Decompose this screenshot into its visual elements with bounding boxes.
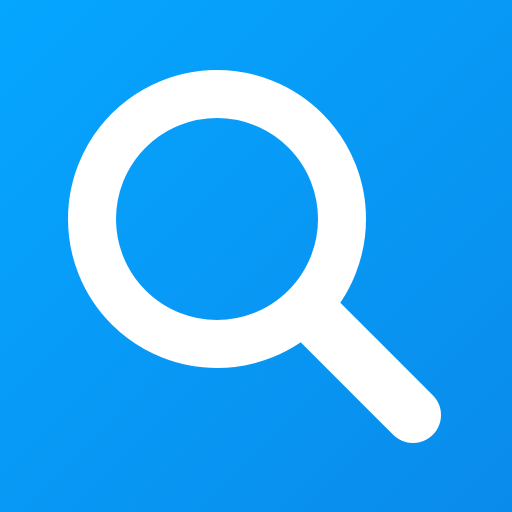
- app-icon-tile[interactable]: [0, 0, 512, 512]
- search-icon: [68, 70, 441, 443]
